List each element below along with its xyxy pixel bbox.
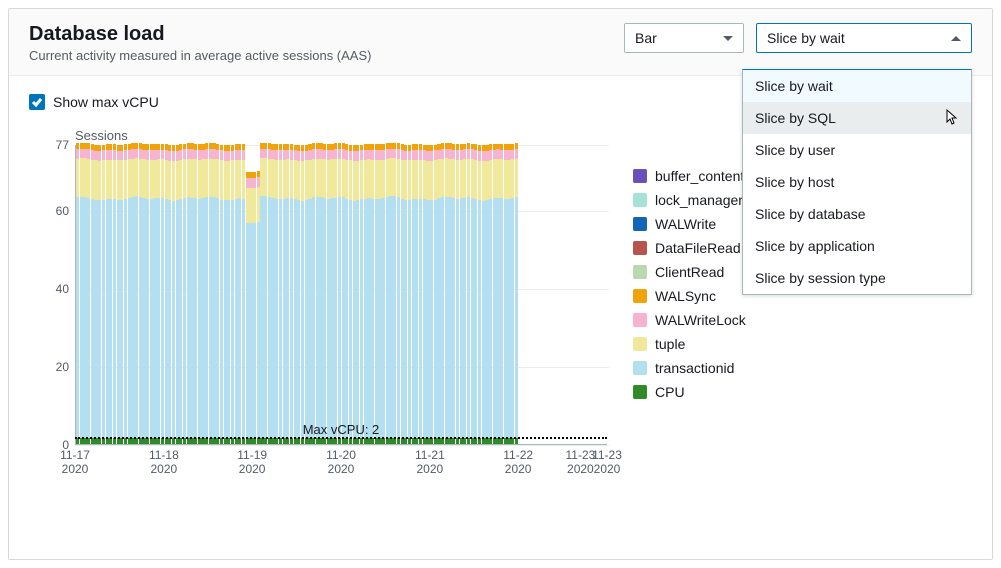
legend-item: WALWriteLock	[633, 312, 746, 328]
panel-header: Database load Current activity measured …	[9, 9, 992, 76]
legend-item: buffer_content	[633, 168, 746, 184]
legend-swatch	[633, 217, 647, 231]
dropdown-option-sql[interactable]: Slice by SQL	[743, 102, 971, 134]
database-load-panel: Database load Current activity measured …	[8, 8, 993, 560]
legend-label: ClientRead	[655, 264, 724, 280]
legend-label: DataFileRead	[655, 240, 741, 256]
max-vcpu-line	[75, 437, 607, 439]
legend-label: lock_manager	[655, 192, 743, 208]
legend-label: tuple	[655, 336, 685, 352]
dropdown-option-database[interactable]: Slice by database	[743, 198, 971, 230]
legend-label: buffer_content	[655, 168, 744, 184]
chart-type-select[interactable]: Bar	[624, 23, 744, 53]
y-tick: 77	[56, 138, 69, 152]
y-tick: 40	[56, 282, 69, 296]
panel-subtitle: Current activity measured in average act…	[29, 48, 624, 63]
legend-swatch	[633, 169, 647, 183]
legend-item: DataFileRead	[633, 240, 746, 256]
x-tick: 11-232020	[592, 448, 622, 477]
x-tick: 11-192020	[237, 448, 267, 477]
y-tick: 20	[56, 360, 69, 374]
legend-item: CPU	[633, 384, 746, 400]
panel-title: Database load	[29, 23, 624, 46]
bar	[515, 143, 518, 444]
chart-plot-area	[75, 145, 607, 445]
dropdown-option-user[interactable]: Slice by user	[743, 134, 971, 166]
x-tick: 11-212020	[415, 448, 445, 477]
x-tick: 11-222020	[503, 448, 533, 477]
x-tick: 11-172020	[60, 448, 90, 477]
legend-label: WALWrite	[655, 216, 716, 232]
pointer-cursor-icon	[943, 108, 959, 128]
legend-swatch	[633, 385, 647, 399]
legend-item: lock_manager	[633, 192, 746, 208]
show-max-vcpu-checkbox[interactable]	[29, 94, 45, 110]
legend-swatch	[633, 241, 647, 255]
legend-item: ClientRead	[633, 264, 746, 280]
dropdown-option-wait[interactable]: Slice by wait	[743, 70, 971, 102]
slice-by-select[interactable]: Slice by wait	[756, 23, 972, 53]
check-icon	[31, 96, 43, 108]
y-axis-label: Sessions	[29, 128, 609, 143]
show-max-vcpu-label: Show max vCPU	[53, 94, 159, 110]
legend-swatch	[633, 289, 647, 303]
legend-swatch	[633, 337, 647, 351]
chart: 020406077 Max vCPU: 2 11-17202011-182020…	[29, 145, 609, 485]
x-tick: 11-202020	[326, 448, 356, 477]
chevron-up-icon	[951, 36, 961, 41]
chevron-down-icon	[723, 36, 733, 41]
legend-swatch	[633, 313, 647, 327]
max-vcpu-label: Max vCPU: 2	[303, 422, 380, 437]
legend-label: CPU	[655, 384, 685, 400]
slice-by-dropdown[interactable]: Slice by wait Slice by SQL Slice by user…	[742, 69, 972, 295]
slice-by-value: Slice by wait	[767, 30, 845, 46]
dropdown-option-host[interactable]: Slice by host	[743, 166, 971, 198]
legend-item: transactionid	[633, 360, 746, 376]
x-axis: 11-17202011-18202011-19202011-20202011-2…	[75, 445, 607, 485]
chart-type-value: Bar	[635, 30, 657, 46]
legend-label: WALWriteLock	[655, 312, 746, 328]
dropdown-option-session-type[interactable]: Slice by session type	[743, 262, 971, 294]
legend: buffer_content lock_manager WALWrite DataFi…	[609, 128, 746, 485]
legend-label: WALSync	[655, 288, 716, 304]
legend-swatch	[633, 193, 647, 207]
legend-item: WALSync	[633, 288, 746, 304]
legend-swatch	[633, 361, 647, 375]
legend-item: WALWrite	[633, 216, 746, 232]
x-tick: 11-182020	[149, 448, 179, 477]
legend-swatch	[633, 265, 647, 279]
legend-item: tuple	[633, 336, 746, 352]
dropdown-option-application[interactable]: Slice by application	[743, 230, 971, 262]
x-tick: 11-232020	[565, 448, 595, 477]
y-tick: 60	[56, 204, 69, 218]
legend-label: transactionid	[655, 360, 734, 376]
